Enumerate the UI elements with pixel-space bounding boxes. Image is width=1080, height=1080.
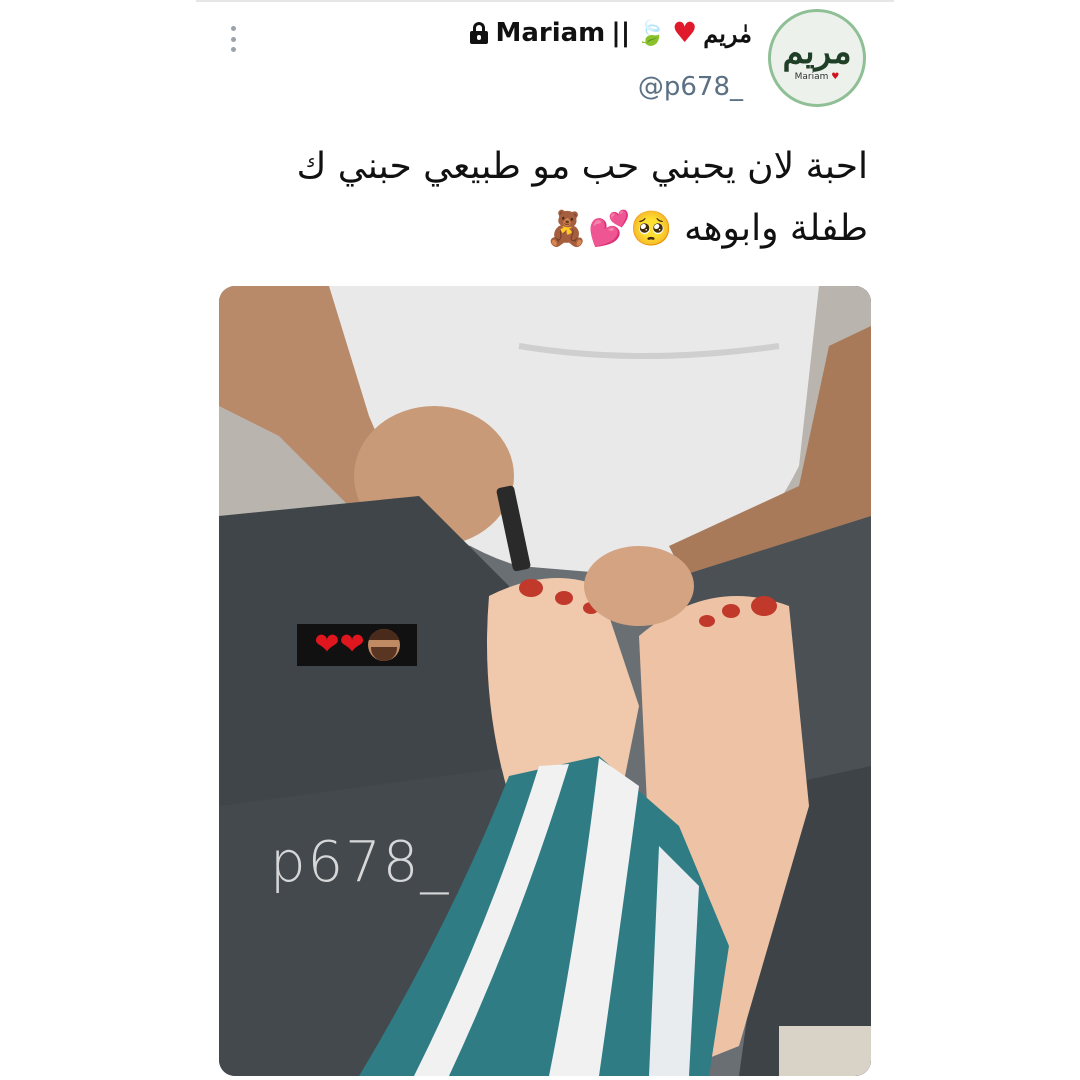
tweet-text: احبة لان يحبني حب مو طبيعي حبني ك طفلة و… — [228, 136, 868, 260]
tweet-text-line-2: طفلة وابوهه 🥺💕🧸 — [545, 208, 868, 249]
avatar-text: مريم — [782, 32, 852, 72]
display-name-arabic: مٰريم — [703, 18, 752, 48]
watermark: p678_ — [270, 830, 451, 895]
bearded-man-icon — [367, 629, 400, 661]
display-name-separator: || — [611, 18, 631, 48]
sticker-hearts: ❤❤ — [314, 627, 365, 662]
tweet-emojis: 🥺💕🧸 — [545, 209, 673, 249]
avatar-subtext: Mariam ♥ — [794, 72, 840, 82]
red-heart-icon: ♥ — [672, 16, 698, 49]
lock-icon — [469, 22, 489, 44]
leaf-icon: 🍃 — [636, 19, 667, 47]
tweet-screenshot: Mariam || 🍃 ♥ مٰريم @p678_ مريم Mariam ♥… — [0, 0, 1080, 1080]
display-name-row[interactable]: Mariam || 🍃 ♥ مٰريم — [469, 18, 752, 48]
divider — [196, 0, 894, 2]
photo-illustration — [219, 286, 871, 1076]
tweet-photo[interactable] — [219, 286, 871, 1076]
display-name-latin: Mariam — [495, 18, 606, 48]
user-handle[interactable]: @p678_ — [638, 72, 743, 102]
more-options-icon[interactable] — [231, 26, 237, 52]
avatar[interactable]: مريم Mariam ♥ — [768, 9, 866, 107]
tweet-text-line-1: احبة لان يحبني حب مو طبيعي حبني ك — [296, 146, 868, 187]
emoji-sticker: ❤❤ — [297, 624, 417, 666]
